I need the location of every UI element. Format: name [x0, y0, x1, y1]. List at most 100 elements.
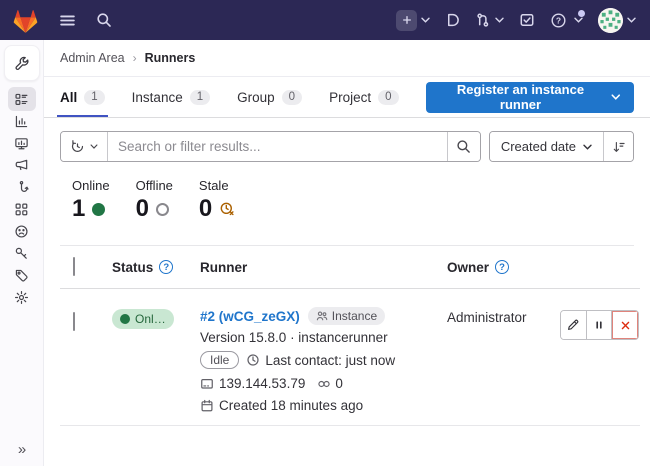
merge-request-icon [475, 12, 491, 28]
hamburger-menu-icon[interactable] [59, 12, 76, 29]
sidebar-collapse-button[interactable]: » [0, 441, 44, 458]
gitlab-admin-runners-page: ? [0, 0, 650, 466]
runner-ip-row: 139.144.53.79 0 [200, 376, 447, 391]
sidebar-item-system-hooks[interactable] [8, 176, 36, 198]
search-icon [456, 139, 471, 154]
runner-tabs-bar: All 1 Instance 1 Group 0 Project 0 Regis… [44, 77, 650, 118]
sidebar-item-analytics[interactable] [8, 110, 36, 132]
stat-offline: Offline 0 [136, 178, 173, 222]
table-row: Online #2 (wCG_zeGX) Instance [60, 289, 640, 426]
owner-cell[interactable]: Administrator [447, 307, 560, 325]
runners-table: Status ? Runner Owner ? Online [60, 246, 640, 426]
chevron-down-icon [90, 144, 98, 149]
sidebar-item-applications[interactable] [8, 198, 36, 220]
last-contact: Last contact: just now [246, 353, 395, 368]
runner-actions [560, 310, 639, 340]
breadcrumb: Admin Area › Runners [44, 40, 650, 77]
new-menu-button[interactable] [396, 10, 430, 31]
stat-online: Online 1 [72, 178, 110, 222]
main-content: Admin Area › Runners All 1 Instance 1 Gr… [44, 40, 650, 466]
jobs-count[interactable]: 0 [317, 376, 343, 391]
offline-ring-icon [156, 203, 169, 216]
pause-icon [593, 319, 605, 331]
help-button[interactable]: ? [550, 12, 583, 29]
sort-direction-button[interactable] [603, 132, 633, 161]
tab-instance[interactable]: Instance 1 [132, 77, 210, 117]
close-icon [619, 319, 632, 332]
monitor-icon [14, 136, 29, 151]
runner-version: Version 15.8.0 · instancerunner [200, 330, 447, 345]
sidebar-item-monitoring[interactable] [8, 132, 36, 154]
search-input[interactable] [108, 132, 447, 161]
instance-type-badge: Instance [308, 307, 385, 325]
runner-link[interactable]: #2 (wCG_zeGX) [200, 309, 300, 324]
tag-icon [14, 268, 29, 283]
sidebar-item-labels[interactable] [8, 264, 36, 286]
megaphone-icon [14, 158, 29, 173]
online-dot-icon [120, 314, 130, 324]
sad-face-icon [14, 224, 29, 239]
search-history-dropdown[interactable] [61, 132, 108, 161]
tab-all[interactable]: All 1 [60, 77, 105, 117]
sidebar-item-messages[interactable] [8, 154, 36, 176]
status-help-icon[interactable]: ? [159, 260, 173, 274]
user-menu-button[interactable] [598, 8, 636, 33]
hook-icon [14, 180, 29, 195]
breadcrumb-admin-area[interactable]: Admin Area [60, 51, 125, 65]
key-icon [14, 246, 29, 261]
runner-created-row: Created 18 minutes ago [200, 398, 447, 413]
wrench-icon [14, 55, 30, 71]
tab-instance-count: 1 [190, 90, 210, 105]
row-checkbox[interactable] [73, 312, 75, 331]
status-badge: Online [112, 309, 174, 329]
gear-icon [14, 290, 29, 305]
tab-group[interactable]: Group 0 [237, 77, 302, 117]
pause-runner-button[interactable] [587, 311, 613, 339]
sort-descending-icon [612, 140, 626, 154]
sort-by-dropdown[interactable]: Created date [490, 132, 603, 161]
register-instance-runner-button[interactable]: Register an instance runner [426, 82, 635, 113]
tab-all-count: 1 [84, 90, 104, 105]
search-icon[interactable] [96, 12, 112, 28]
todos-icon[interactable] [519, 12, 535, 28]
sort-controls: Created date [489, 131, 634, 162]
tab-project-count: 0 [378, 90, 398, 105]
sidebar-item-admin-overview[interactable] [4, 45, 40, 81]
table-header-row: Status ? Runner Owner ? [60, 246, 640, 289]
chevron-down-icon [574, 17, 583, 23]
chevron-down-icon [421, 17, 430, 23]
gitlab-logo-icon[interactable] [12, 8, 39, 33]
delete-runner-button[interactable] [612, 311, 638, 339]
sidebar-item-settings[interactable] [8, 286, 36, 308]
owner-help-icon[interactable]: ? [495, 260, 509, 274]
notification-dot [578, 10, 585, 17]
issues-icon[interactable] [445, 12, 460, 28]
sidebar-item-abuse-reports[interactable] [8, 220, 36, 242]
merge-requests-button[interactable] [475, 12, 504, 28]
clock-icon [246, 353, 260, 367]
chart-icon [14, 114, 29, 129]
filter-bar: Created date [60, 131, 634, 162]
edit-runner-button[interactable] [561, 311, 587, 339]
chevron-down-icon [495, 17, 504, 23]
runner-created: Created 18 minutes ago [219, 398, 363, 413]
applications-icon [14, 202, 29, 217]
runner-stats: Online 1 Offline 0 Stale 0 [60, 178, 634, 246]
admin-sidebar: » [0, 40, 44, 466]
search-submit-button[interactable] [447, 132, 480, 161]
chevron-down-icon [611, 94, 621, 100]
stale-clock-icon [219, 201, 235, 217]
idle-badge: Idle [200, 351, 239, 369]
select-all-checkbox[interactable] [73, 257, 75, 276]
sidebar-item-deploy-keys[interactable] [8, 242, 36, 264]
help-icon: ? [550, 12, 567, 29]
tab-project[interactable]: Project 0 [329, 77, 398, 117]
breadcrumb-current: Runners [145, 51, 196, 65]
overview-icon [14, 92, 29, 107]
online-dot-icon [92, 203, 105, 216]
sidebar-item-overview[interactable] [8, 87, 36, 111]
breadcrumb-separator: › [133, 51, 137, 65]
avatar [598, 8, 623, 33]
tab-group-count: 0 [282, 90, 302, 105]
chevron-down-icon [627, 17, 636, 23]
